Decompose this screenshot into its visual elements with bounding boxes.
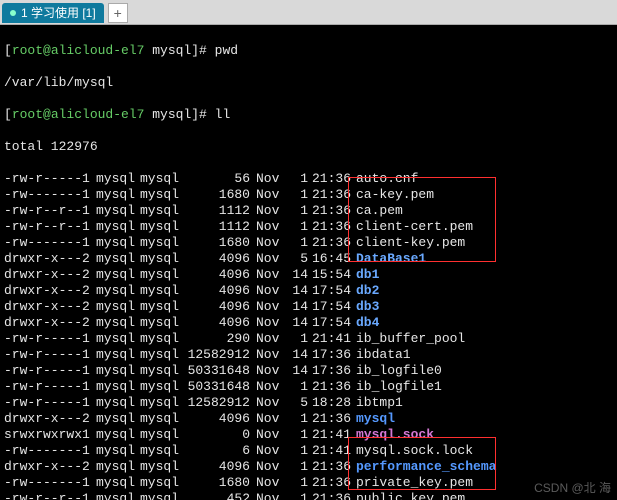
list-item: -rw-------1mysqlmysql6Nov121:41mysql.soc… [4,443,613,459]
user-host: root@alicloud-el7 [12,43,145,59]
list-item: drwxr-x---2mysqlmysql4096Nov121:36perfor… [4,459,613,475]
file-name: db1 [356,267,379,283]
plus-icon: + [114,5,122,21]
file-name: mysql.sock.lock [356,443,473,459]
list-item: -rw-r-----1mysqlmysql56Nov121:36auto.cnf [4,171,613,187]
list-item: -rw-------1mysqlmysql1680Nov121:36client… [4,235,613,251]
file-name: client-key.pem [356,235,465,251]
watermark: CSDN @北 海 [534,480,611,496]
status-dot-icon [10,10,16,16]
list-item: -rw-r-----1mysqlmysql12582912Nov518:28ib… [4,395,613,411]
list-item: -rw-r-----1mysqlmysql12582912Nov1417:36i… [4,347,613,363]
file-listing: -rw-r-----1mysqlmysql56Nov121:36auto.cnf… [4,171,613,500]
list-item: drwxr-x---2mysqlmysql4096Nov1417:54db3 [4,299,613,315]
file-name: mysql [356,411,395,427]
list-item: drwxr-x---2mysqlmysql4096Nov516:45DataBa… [4,251,613,267]
list-item: -rw-r-----1mysqlmysql290Nov121:41ib_buff… [4,331,613,347]
tab-bar: 1 学习使用 [1] + [0,0,617,25]
file-name: ib_logfile1 [356,379,442,395]
list-item: drwxr-x---2mysqlmysql4096Nov121:36mysql [4,411,613,427]
file-name: ibdata1 [356,347,411,363]
tab-session-1[interactable]: 1 学习使用 [1] [2,3,104,23]
list-item: -rw-r--r--1mysqlmysql1112Nov121:36ca.pem [4,203,613,219]
file-name: ib_logfile0 [356,363,442,379]
list-item: drwxr-x---2mysqlmysql4096Nov1415:54db1 [4,267,613,283]
list-item: -rw-r-----1mysqlmysql50331648Nov121:36ib… [4,379,613,395]
new-tab-button[interactable]: + [108,3,128,23]
list-item: -rw-r-----1mysqlmysql50331648Nov1417:36i… [4,363,613,379]
file-name: ibtmp1 [356,395,403,411]
file-name: client-cert.pem [356,219,473,235]
file-name: private_key.pem [356,475,473,491]
command-pwd: pwd [215,43,238,59]
pwd-output: /var/lib/mysql [4,75,613,91]
file-name: ca-key.pem [356,187,434,203]
file-name: DataBase1 [356,251,426,267]
file-name: ib_buffer_pool [356,331,465,347]
command-ll: ll [215,107,231,123]
file-name: ca.pem [356,203,403,219]
prompt-line: [root@alicloud-el7 mysql]# pwd [4,43,613,59]
file-name: auto.cnf [356,171,418,187]
list-item: -rw-r--r--1mysqlmysql452Nov121:36public_… [4,491,613,500]
user-host: root@alicloud-el7 [12,107,145,123]
total-line: total 122976 [4,139,613,155]
list-item: -rw-r--r--1mysqlmysql1112Nov121:36client… [4,219,613,235]
list-item: -rw-------1mysqlmysql1680Nov121:36privat… [4,475,613,491]
terminal[interactable]: [root@alicloud-el7 mysql]# pwd /var/lib/… [0,25,617,500]
file-name: db2 [356,283,379,299]
tab-label: 1 学习使用 [1] [21,5,96,21]
list-item: drwxr-x---2mysqlmysql4096Nov1417:54db2 [4,283,613,299]
list-item: -rw-------1mysqlmysql1680Nov121:36ca-key… [4,187,613,203]
prompt-line: [root@alicloud-el7 mysql]# ll [4,107,613,123]
file-name: db4 [356,315,379,331]
file-name: public_key.pem [356,491,465,500]
list-item: srwxrwxrwx1mysqlmysql0Nov121:41mysql.soc… [4,427,613,443]
file-name: mysql.sock [356,427,434,443]
file-name: db3 [356,299,379,315]
list-item: drwxr-x---2mysqlmysql4096Nov1417:54db4 [4,315,613,331]
file-name: performance_schema [356,459,496,475]
